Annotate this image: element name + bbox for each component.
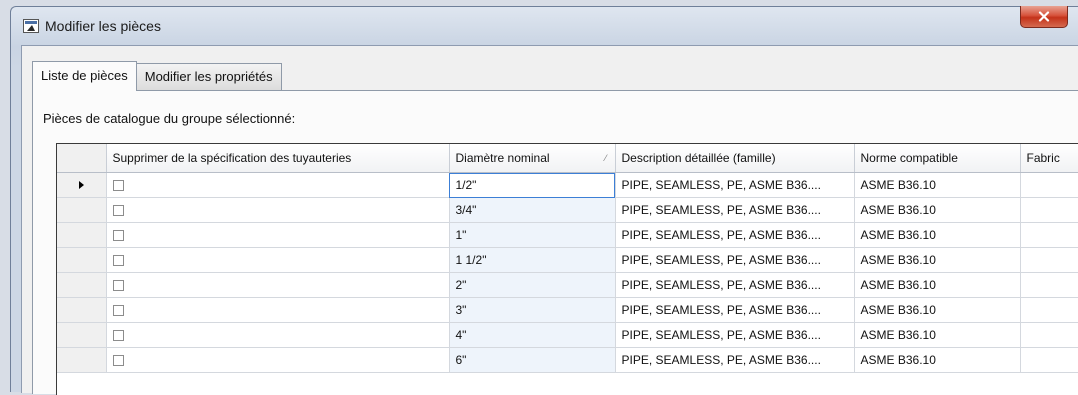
table-row[interactable]: 4" PIPE, SEAMLESS, PE, ASME B36.... ASME… [57, 322, 1078, 348]
remove-checkbox[interactable] [112, 305, 124, 317]
row-header[interactable] [57, 347, 107, 373]
description-cell[interactable]: PIPE, SEAMLESS, PE, ASME B36.... [615, 347, 855, 373]
column-header-norm-label: Norme compatible [860, 151, 958, 165]
sort-indicator-icon: ⁄ [604, 153, 607, 163]
fabric-cell[interactable] [1020, 222, 1078, 248]
column-header-remove-label: Supprimer de la spécification des tuyaut… [112, 151, 352, 165]
remove-checkbox[interactable] [112, 255, 124, 267]
column-header-fabric[interactable]: Fabric [1020, 144, 1078, 173]
description-cell[interactable]: PIPE, SEAMLESS, PE, ASME B36.... [615, 272, 855, 298]
table-row[interactable]: 1 1/2" PIPE, SEAMLESS, PE, ASME B36.... … [57, 247, 1078, 273]
remove-cell [106, 222, 450, 248]
column-header-diameter-label: Diamètre nominal [455, 151, 550, 165]
diameter-cell[interactable]: 6" [449, 347, 616, 373]
diameter-cell[interactable]: 1/2" [449, 172, 616, 198]
description-cell[interactable]: PIPE, SEAMLESS, PE, ASME B36.... [615, 172, 855, 198]
fabric-cell[interactable] [1020, 347, 1078, 373]
description-cell[interactable]: PIPE, SEAMLESS, PE, ASME B36.... [615, 322, 855, 348]
remove-checkbox[interactable] [112, 355, 124, 367]
close-icon [1038, 11, 1050, 22]
row-header[interactable] [57, 172, 107, 198]
row-header-corner [57, 144, 107, 173]
tab-modify-properties[interactable]: Modifier les propriétés [135, 63, 282, 90]
norm-cell[interactable]: ASME B36.10 [854, 322, 1021, 348]
description-cell[interactable]: PIPE, SEAMLESS, PE, ASME B36.... [615, 197, 855, 223]
tab-panel-parts-list: Pièces de catalogue du groupe sélectionn… [32, 90, 1078, 395]
norm-cell[interactable]: ASME B36.10 [854, 347, 1021, 373]
remove-cell [106, 272, 450, 298]
remove-checkbox[interactable] [112, 205, 124, 217]
remove-cell [106, 247, 450, 273]
fabric-cell[interactable] [1020, 197, 1078, 223]
remove-cell [106, 297, 450, 323]
row-header[interactable] [57, 197, 107, 223]
app-icon [23, 19, 39, 33]
row-header[interactable] [57, 222, 107, 248]
remove-checkbox[interactable] [112, 330, 124, 342]
close-button[interactable] [1020, 6, 1068, 28]
diameter-cell[interactable]: 1" [449, 222, 616, 248]
table-row[interactable]: 1" PIPE, SEAMLESS, PE, ASME B36.... ASME… [57, 222, 1078, 248]
remove-checkbox[interactable] [112, 230, 124, 242]
norm-cell[interactable]: ASME B36.10 [854, 197, 1021, 223]
column-header-remove[interactable]: Supprimer de la spécification des tuyaut… [106, 144, 450, 173]
fabric-cell[interactable] [1020, 247, 1078, 273]
remove-checkbox[interactable] [112, 180, 124, 192]
diameter-cell[interactable]: 2" [449, 272, 616, 298]
catalog-parts-label: Pièces de catalogue du groupe sélectionn… [43, 111, 296, 126]
tab-strip: Liste de pièces Modifier les propriétés [32, 61, 282, 91]
column-header-description-label: Description détaillée (famille) [621, 151, 776, 165]
parts-table: Supprimer de la spécification des tuyaut… [57, 144, 1078, 373]
norm-cell[interactable]: ASME B36.10 [854, 272, 1021, 298]
table-row[interactable]: 3/4" PIPE, SEAMLESS, PE, ASME B36.... AS… [57, 197, 1078, 223]
row-header[interactable] [57, 247, 107, 273]
fabric-cell[interactable] [1020, 272, 1078, 298]
description-cell[interactable]: PIPE, SEAMLESS, PE, ASME B36.... [615, 297, 855, 323]
norm-cell[interactable]: ASME B36.10 [854, 297, 1021, 323]
grid-header-row: Supprimer de la spécification des tuyaut… [57, 144, 1078, 173]
row-header[interactable] [57, 322, 107, 348]
diameter-cell[interactable]: 3" [449, 297, 616, 323]
description-cell[interactable]: PIPE, SEAMLESS, PE, ASME B36.... [615, 222, 855, 248]
fabric-cell[interactable] [1020, 297, 1078, 323]
current-row-arrow-icon [78, 181, 84, 189]
column-header-fabric-label: Fabric [1026, 151, 1060, 165]
dialog-window: Modifier les pièces Liste de pièces Modi… [10, 6, 1078, 395]
diameter-cell[interactable]: 4" [449, 322, 616, 348]
remove-cell [106, 197, 450, 223]
row-header[interactable] [57, 272, 107, 298]
table-row[interactable]: 6" PIPE, SEAMLESS, PE, ASME B36.... ASME… [57, 347, 1078, 373]
table-row[interactable]: 3" PIPE, SEAMLESS, PE, ASME B36.... ASME… [57, 297, 1078, 323]
norm-cell[interactable]: ASME B36.10 [854, 172, 1021, 198]
column-header-norm[interactable]: Norme compatible [854, 144, 1021, 173]
description-cell[interactable]: PIPE, SEAMLESS, PE, ASME B36.... [615, 247, 855, 273]
tab-parts-list[interactable]: Liste de pièces [32, 61, 137, 91]
fabric-cell[interactable] [1020, 322, 1078, 348]
column-header-diameter[interactable]: Diamètre nominal ⁄ [449, 144, 616, 173]
norm-cell[interactable]: ASME B36.10 [854, 222, 1021, 248]
column-header-description[interactable]: Description détaillée (famille) [615, 144, 855, 173]
diameter-cell[interactable]: 3/4" [449, 197, 616, 223]
table-row[interactable]: 2" PIPE, SEAMLESS, PE, ASME B36.... ASME… [57, 272, 1078, 298]
parts-grid[interactable]: Supprimer de la spécification des tuyaut… [56, 143, 1078, 395]
table-row[interactable]: 1/2" PIPE, SEAMLESS, PE, ASME B36.... AS… [57, 172, 1078, 198]
remove-checkbox[interactable] [112, 280, 124, 292]
remove-cell [106, 322, 450, 348]
dialog-client-area: Liste de pièces Modifier les propriétés … [21, 45, 1078, 395]
row-header[interactable] [57, 297, 107, 323]
norm-cell[interactable]: ASME B36.10 [854, 247, 1021, 273]
window-title: Modifier les pièces [45, 18, 161, 34]
fabric-cell[interactable] [1020, 172, 1078, 198]
remove-cell [106, 172, 450, 198]
remove-cell [106, 347, 450, 373]
diameter-cell[interactable]: 1 1/2" [449, 247, 616, 273]
title-bar[interactable]: Modifier les pièces [11, 6, 1078, 45]
